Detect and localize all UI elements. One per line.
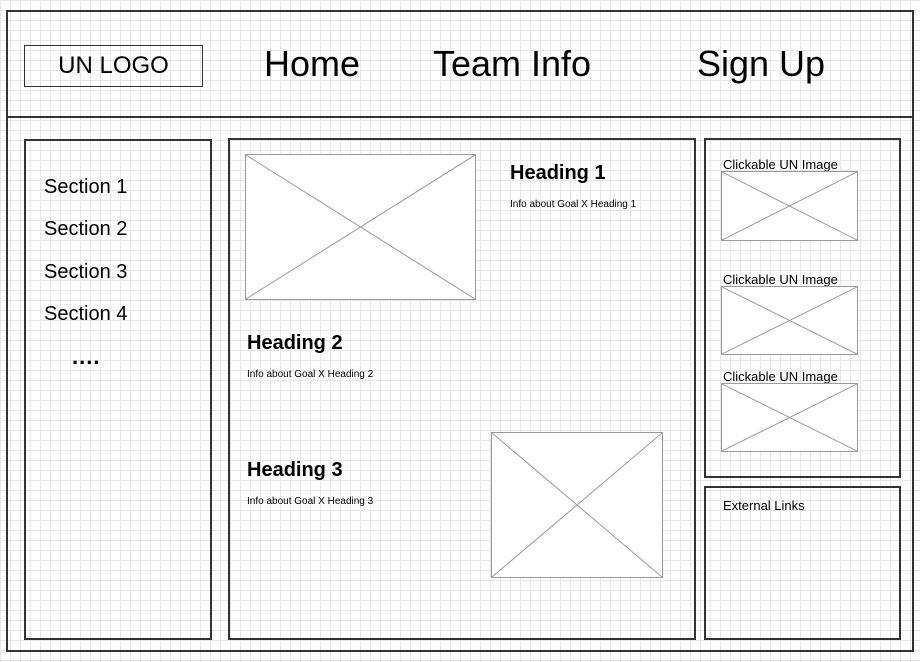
- sidebar-item-section-4[interactable]: Section 4: [44, 304, 127, 324]
- sidebar-more[interactable]: ....: [72, 346, 100, 368]
- heading-3: Heading 3: [247, 459, 343, 481]
- info-heading-1: Info about Goal X Heading 1: [510, 199, 637, 210]
- nav-sign-up[interactable]: Sign Up: [697, 46, 825, 82]
- nav-team-info[interactable]: Team Info: [433, 46, 591, 82]
- header-divider: [6, 116, 914, 118]
- external-links-label: External Links: [723, 498, 805, 513]
- clickable-un-image-2[interactable]: [721, 286, 858, 355]
- nav-home[interactable]: Home: [264, 46, 360, 82]
- image-placeholder-2: [491, 432, 663, 578]
- sidebar: [24, 139, 212, 640]
- image-placeholder-1: [245, 154, 476, 300]
- clickable-un-image-1[interactable]: [721, 171, 858, 241]
- info-heading-3: Info about Goal X Heading 3: [247, 496, 374, 507]
- clickable-image-caption-2: Clickable UN Image: [723, 272, 838, 287]
- info-heading-2: Info about Goal X Heading 2: [247, 369, 374, 380]
- heading-1: Heading 1: [510, 162, 606, 184]
- logo[interactable]: UN LOGO: [24, 45, 203, 87]
- sidebar-item-section-2[interactable]: Section 2: [44, 219, 127, 239]
- sidebar-item-section-1[interactable]: Section 1: [44, 177, 127, 197]
- clickable-image-caption-1: Clickable UN Image: [723, 157, 838, 172]
- sidebar-item-section-3[interactable]: Section 3: [44, 262, 127, 282]
- clickable-un-image-3[interactable]: [721, 383, 858, 452]
- heading-2: Heading 2: [247, 332, 343, 354]
- logo-text: UN LOGO: [58, 52, 169, 79]
- clickable-image-caption-3: Clickable UN Image: [723, 369, 838, 384]
